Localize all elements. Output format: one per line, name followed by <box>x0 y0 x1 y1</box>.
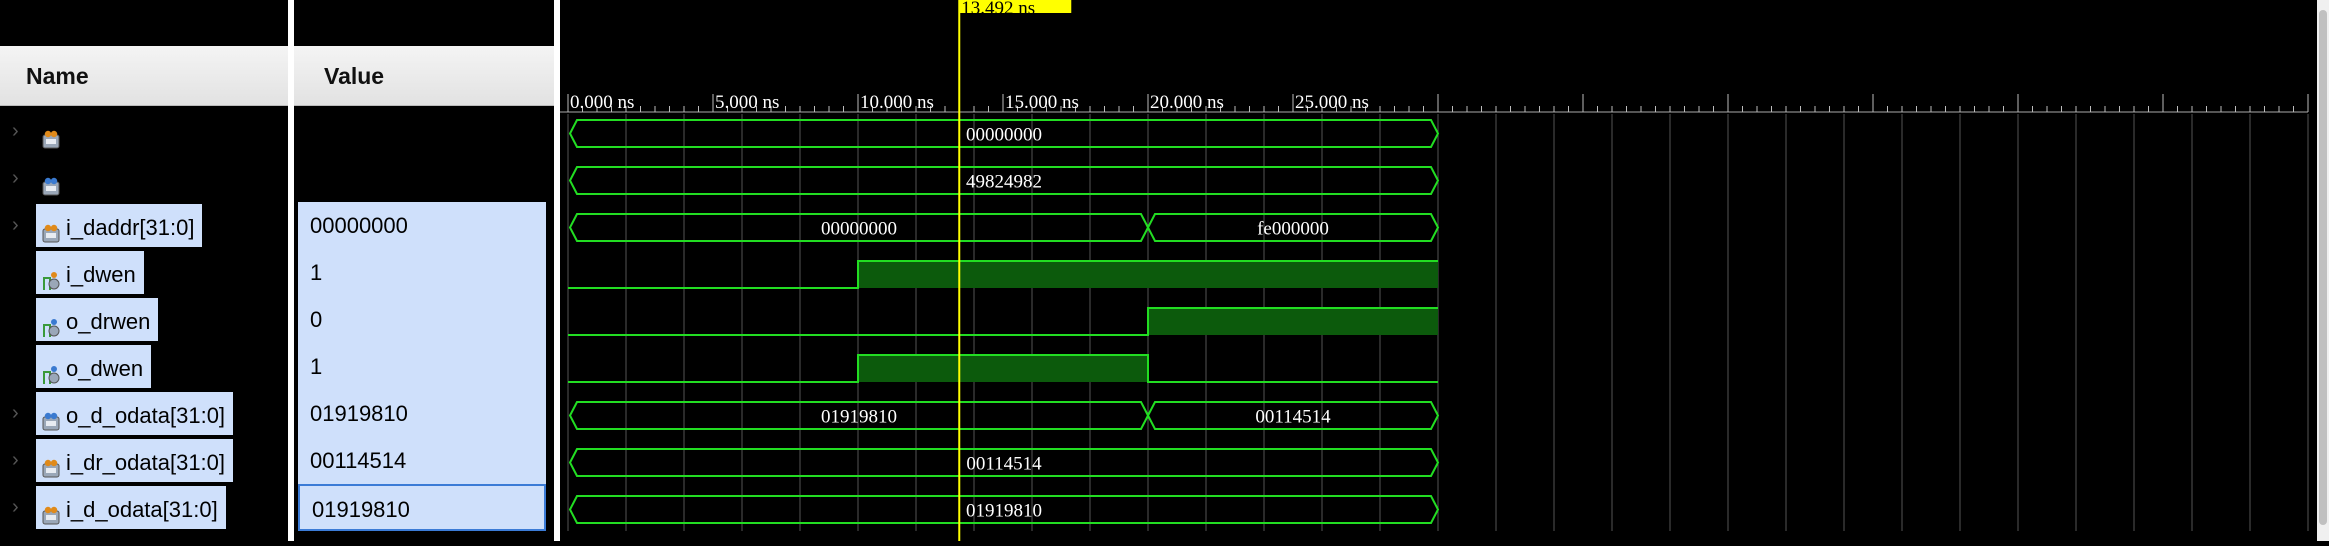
bus-value-label: 00114514 <box>1255 407 1331 428</box>
output-bus-icon <box>40 167 62 196</box>
expand-chevron-icon[interactable]: › <box>12 390 19 437</box>
ruler-tick-label: 15.000 ns <box>1005 92 1079 113</box>
signal-row[interactable]: › i_daddr[31:0] <box>0 202 288 249</box>
input-bus-icon <box>40 214 62 243</box>
signal-value[interactable]: 49824982 <box>298 155 546 202</box>
signal-value[interactable]: 1 <box>298 343 546 390</box>
signal-value[interactable]: 1 <box>298 249 546 296</box>
signal-value[interactable]: 0 <box>298 296 546 343</box>
input-bus-icon <box>40 449 62 478</box>
signal-value[interactable]: 00000000 <box>298 202 546 249</box>
bus-value-label: 01919810 <box>821 407 897 428</box>
output-bit-icon <box>40 308 62 337</box>
bus-value-label: 00114514 <box>966 454 1042 475</box>
input-bit-icon <box>40 261 62 290</box>
vertical-scrollbar[interactable] <box>2317 0 2329 541</box>
signal-row[interactable]: › i_dr_odata[31:0] <box>0 437 288 484</box>
ruler-tick-label: 25.000 ns <box>1295 92 1369 113</box>
value-column: Value 00000000 49824982 00000000 1 0 1 0191981… <box>294 0 554 541</box>
signal-value[interactable]: 00114514 <box>298 437 546 484</box>
high-level-fill <box>858 355 1148 382</box>
signal-value[interactable]: 01919810 <box>298 484 546 531</box>
ruler-tick-label: 20.000 ns <box>1150 92 1224 113</box>
output-bit-icon <box>40 355 62 384</box>
waveform-panel[interactable]: 0.000 ns 5.000 ns 10.000 ns 15.000 ns 20.000… <box>560 0 2317 541</box>
ruler-tick-label: 10.000 ns <box>860 92 934 113</box>
input-bus-icon <box>40 496 62 525</box>
name-header-label: Name <box>26 63 89 89</box>
signal-row[interactable]: › o_idata[31:0] <box>0 155 288 202</box>
waveform-canvas[interactable]: 0.000 ns 5.000 ns 10.000 ns 15.000 ns 20.000… <box>560 0 2317 541</box>
high-level-fill <box>1148 308 1438 335</box>
signal-name: i_dr_odata[31:0] <box>66 450 226 475</box>
expand-chevron-icon[interactable]: › <box>12 437 19 484</box>
signal-value[interactable]: 00000000 <box>298 108 546 155</box>
high-level-fill <box>858 261 1438 288</box>
signal-row[interactable]: o_drwen <box>0 296 288 343</box>
bus-value-label: fe000000 <box>1257 219 1329 240</box>
signal-row[interactable]: i_dwen <box>0 249 288 296</box>
expand-chevron-icon[interactable]: › <box>12 155 19 202</box>
signal-row[interactable]: › o_d_odata[31:0] <box>0 390 288 437</box>
name-column-header[interactable]: Name <box>0 46 294 106</box>
name-column: Name › i_iaddr[31:0] › o_idata[31:0] › i_dadd… <box>0 0 294 541</box>
signal-name: i_d_odata[31:0] <box>66 497 218 522</box>
signal-row[interactable]: o_dwen <box>0 343 288 390</box>
bus-value-label: 00000000 <box>966 125 1042 146</box>
signal-name: o_d_odata[31:0] <box>66 403 226 428</box>
ruler-tick-label: 5.000 ns <box>715 92 779 113</box>
expand-chevron-icon[interactable]: › <box>12 108 19 155</box>
input-bus-icon <box>40 120 62 149</box>
expand-chevron-icon[interactable]: › <box>12 202 19 249</box>
scrollbar-thumb[interactable] <box>2319 10 2327 525</box>
cursor-time-label: 13.492 ns <box>961 0 1035 19</box>
bus-value-label: 00000000 <box>821 219 897 240</box>
signal-row[interactable]: › i_iaddr[31:0] <box>0 108 288 155</box>
output-bus-icon <box>40 402 62 431</box>
bus-value-label: 01919810 <box>966 501 1042 522</box>
value-header-label: Value <box>324 63 385 89</box>
value-column-header[interactable]: Value <box>294 46 554 106</box>
expand-chevron-icon[interactable]: › <box>12 484 19 531</box>
signal-value[interactable]: 01919810 <box>298 390 546 437</box>
signal-row[interactable]: › i_d_odata[31:0] <box>0 484 288 531</box>
bus-value-label: 49824982 <box>966 172 1042 193</box>
ruler-tick-label: 0.000 ns <box>570 92 634 113</box>
